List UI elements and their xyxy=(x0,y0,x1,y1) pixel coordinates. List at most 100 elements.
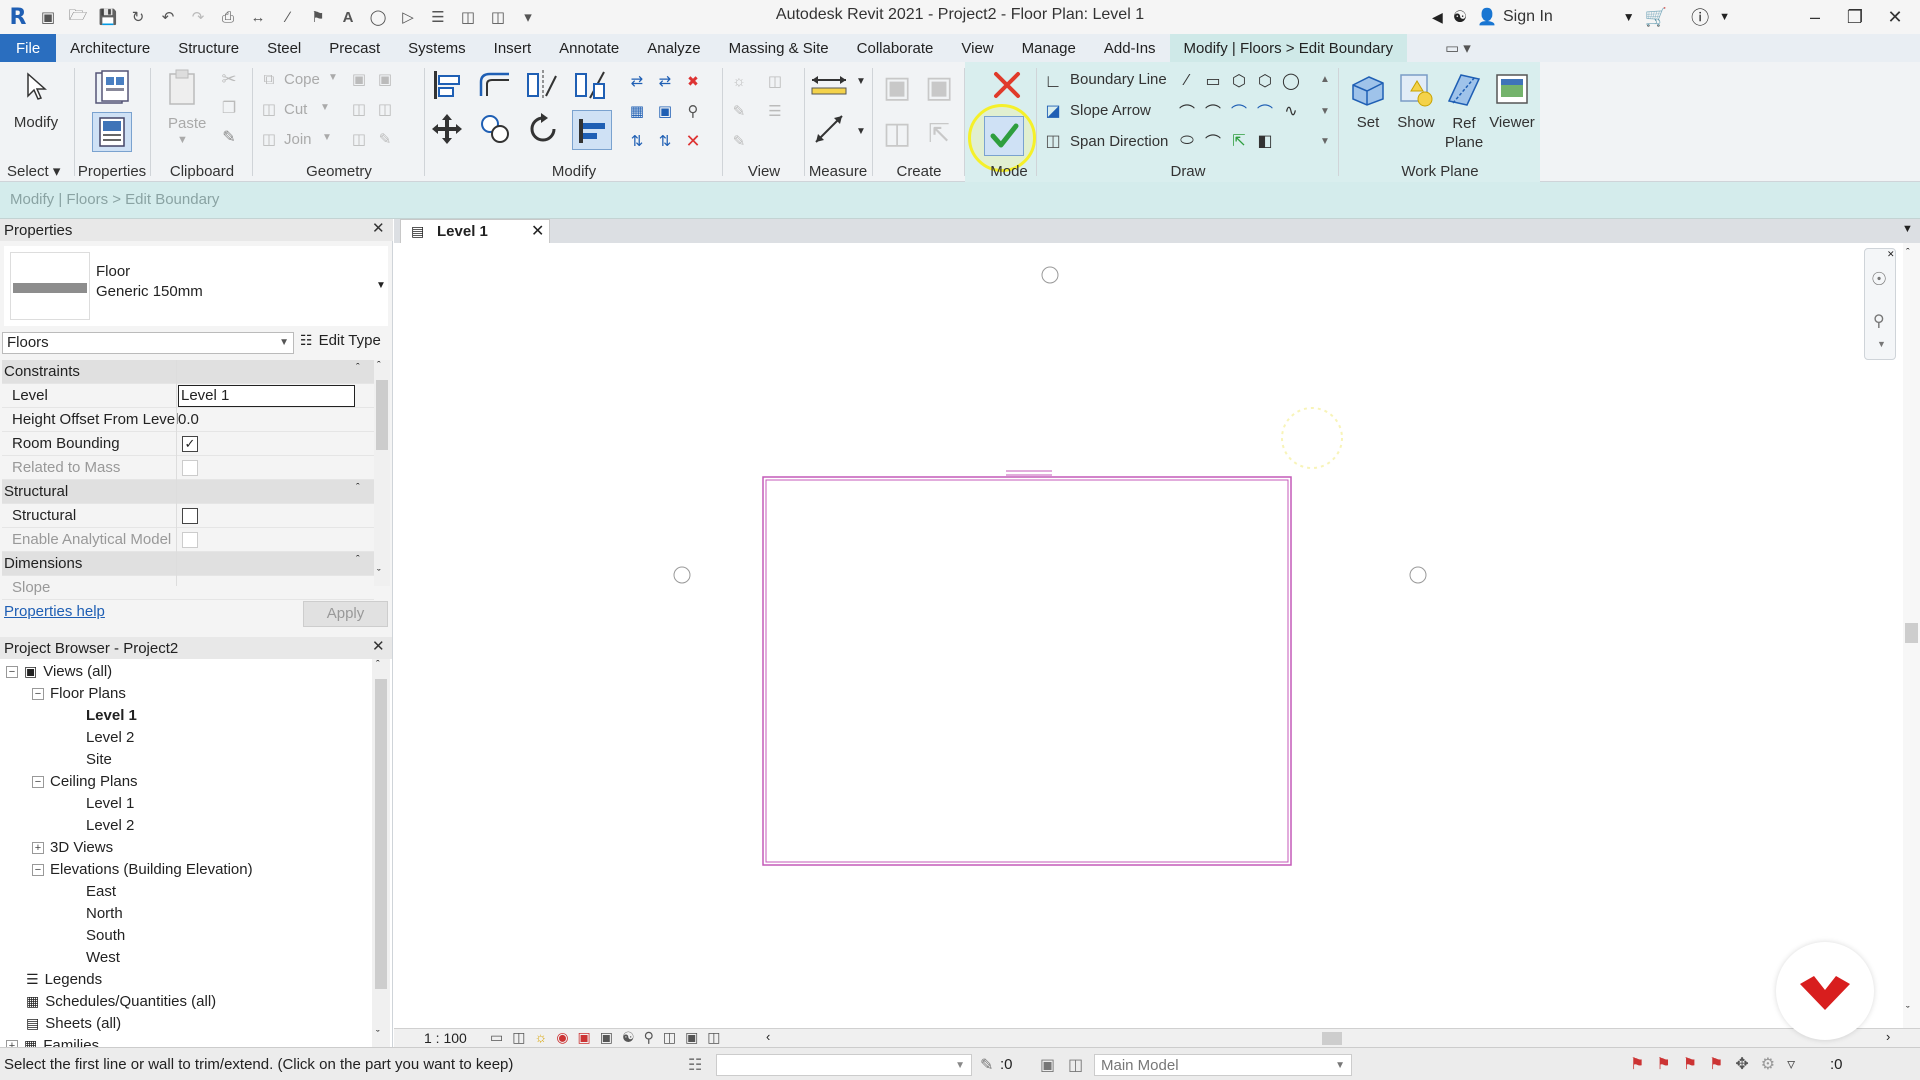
collapse-icon[interactable]: − xyxy=(32,775,44,788)
paint-brush-icon[interactable]: ✎ xyxy=(374,128,396,150)
height-offset-field[interactable]: 0.0 xyxy=(178,411,199,428)
tab-analyze[interactable]: Analyze xyxy=(633,34,714,62)
scroll-down-icon[interactable]: ˇ xyxy=(1906,1005,1910,1017)
pick-walls-icon[interactable]: ◧ xyxy=(1254,130,1276,152)
structural-checkbox[interactable] xyxy=(182,508,198,524)
cut-dropdown-icon[interactable]: ▼ xyxy=(320,102,330,113)
scale-icon[interactable]: ▣ xyxy=(654,100,676,122)
steering-wheel-icon[interactable]: ☉ xyxy=(1871,269,1887,290)
ref-plane-icon[interactable] xyxy=(1444,70,1484,110)
select-by-face-icon[interactable]: ⚑ xyxy=(1709,1054,1723,1074)
h-scroll-thumb[interactable] xyxy=(1322,1032,1342,1045)
save-icon[interactable]: 💾 xyxy=(96,6,120,28)
worksets-icon[interactable]: ☷ xyxy=(688,1055,702,1075)
select-pinned-icon[interactable]: ⚑ xyxy=(1683,1054,1697,1074)
copy-circles-icon[interactable] xyxy=(478,112,512,146)
type-selector[interactable]: Floor Generic 150mm ▼ xyxy=(4,246,388,326)
align-icon[interactable] xyxy=(430,68,464,102)
tab-precast[interactable]: Precast xyxy=(315,34,394,62)
background-process-icon[interactable]: ⚙ xyxy=(1761,1054,1775,1074)
tab-systems[interactable]: Systems xyxy=(394,34,480,62)
create-similar-icon[interactable]: ⇱ xyxy=(922,116,956,150)
shadows-icon[interactable]: ◉ xyxy=(556,1029,568,1046)
paste-label[interactable]: Paste xyxy=(168,115,206,132)
spline-icon[interactable]: ∿ xyxy=(1280,100,1302,122)
split-gap-icon[interactable]: ⇅ xyxy=(654,130,676,152)
split-icon[interactable]: ⇅ xyxy=(626,130,648,152)
tree-elevation-south[interactable]: South xyxy=(86,927,125,944)
collapse-section-icon[interactable]: ˆ xyxy=(356,482,360,494)
select-links-icon[interactable]: ⚑ xyxy=(1630,1054,1644,1074)
show-analytical-icon[interactable]: ◫ xyxy=(707,1029,720,1046)
properties-scrollbar[interactable]: ˆ ˇ xyxy=(374,360,390,586)
type-properties-icon[interactable] xyxy=(92,68,132,108)
mirror-pick-axis-icon[interactable] xyxy=(526,68,560,102)
cut-label[interactable]: Cut xyxy=(284,101,307,118)
show-work-plane-icon[interactable] xyxy=(1396,70,1436,110)
cart-icon[interactable]: 🛒 xyxy=(1645,7,1667,28)
collapse-section-icon[interactable]: ˆ xyxy=(356,362,360,374)
draw-expand-icon[interactable]: ▼ xyxy=(1320,136,1330,147)
redo-icon[interactable]: ↷ xyxy=(186,6,210,28)
draw-circle-icon[interactable]: ◯ xyxy=(1280,70,1302,92)
h-scroll-right-icon[interactable]: › xyxy=(1886,1029,1890,1044)
zoom-icon[interactable]: ⚲ xyxy=(1873,311,1885,331)
join-label[interactable]: Join xyxy=(284,131,312,148)
delete-icon[interactable]: ✕ xyxy=(682,130,704,152)
tree-elevation-north[interactable]: North xyxy=(86,905,123,922)
join-icon[interactable]: ◫ xyxy=(258,128,280,150)
section-dimensions[interactable]: Dimensions ˆ xyxy=(2,552,374,576)
tab-collaborate[interactable]: Collaborate xyxy=(843,34,948,62)
room-bounding-checkbox[interactable]: ✓ xyxy=(182,436,198,452)
close-navbar-icon[interactable]: ✕ xyxy=(1887,249,1895,260)
viewer-button[interactable]: Viewer xyxy=(1486,114,1538,131)
close-hidden-icon[interactable]: ◫ xyxy=(456,6,480,28)
move-small-icon[interactable]: ⇄ xyxy=(626,70,648,92)
boundary-line-icon[interactable]: ∟ xyxy=(1042,70,1064,92)
sign-in-dropdown-icon[interactable]: ▼ xyxy=(1623,10,1635,24)
open-icon[interactable]: 🗁 xyxy=(66,6,90,28)
project-browser-close-icon[interactable]: ✕ xyxy=(372,637,385,655)
rotate-icon[interactable] xyxy=(526,112,560,146)
collapse-icon[interactable]: − xyxy=(6,665,18,678)
tree-elevations[interactable]: − Elevations (Building Elevation) xyxy=(32,861,253,878)
tree-ceiling-plans[interactable]: − Ceiling Plans xyxy=(32,773,138,790)
ribbon-display-toggle[interactable]: ▭ ▾ xyxy=(1437,34,1479,62)
tab-file[interactable]: File xyxy=(0,34,57,62)
temporary-view-properties-icon[interactable]: ◫ xyxy=(663,1029,676,1046)
hide-bulb-icon[interactable]: ☼ xyxy=(728,70,750,92)
create-assembly-icon[interactable]: ▣ xyxy=(880,70,914,104)
slope-arrow-icon[interactable]: ◪ xyxy=(1042,100,1064,122)
dimension-icon[interactable]: ∕ xyxy=(276,6,300,28)
span-direction-icon[interactable]: ◫ xyxy=(1042,130,1064,152)
zoom-dropdown-icon[interactable]: ▼ xyxy=(1877,339,1886,349)
properties-help-link[interactable]: Properties help xyxy=(4,603,105,620)
draw-scroll-up-icon[interactable]: ▲ xyxy=(1320,74,1330,85)
linework-icon[interactable]: ✎ xyxy=(728,130,750,152)
draw-scroll-down-icon[interactable]: ▼ xyxy=(1320,106,1330,117)
collapse-icon[interactable]: − xyxy=(32,687,44,700)
temporary-hide-icon[interactable]: ☯ xyxy=(622,1029,635,1046)
ref-plane-button[interactable]: Ref Plane xyxy=(1440,114,1488,152)
scroll-down-icon[interactable]: ˇ xyxy=(376,1029,380,1041)
tab-add-ins[interactable]: Add-Ins xyxy=(1090,34,1170,62)
cope-icon[interactable]: ⧉ xyxy=(258,68,280,90)
section-structural[interactable]: Structural ˆ xyxy=(2,480,374,504)
expand-icon[interactable]: + xyxy=(32,841,44,854)
tangent-arc-icon[interactable]: ⌒ xyxy=(1228,100,1250,122)
sync-icon[interactable]: ↻ xyxy=(126,6,150,28)
demolish-icon[interactable]: ◫ xyxy=(374,98,396,120)
scroll-thumb[interactable] xyxy=(1905,623,1918,643)
pin-icon[interactable]: ⚲ xyxy=(682,100,704,122)
section-icon[interactable]: ▷ xyxy=(396,6,420,28)
customize-qat-icon[interactable]: ▾ xyxy=(516,6,540,28)
modify-cursor-icon[interactable] xyxy=(19,70,53,104)
search-left-icon[interactable]: ◀ xyxy=(1432,9,1443,26)
modify-button[interactable]: Modify xyxy=(0,114,72,131)
fillet-arc-icon[interactable]: ⌒ xyxy=(1254,100,1276,122)
help-icon[interactable]: ⓘ xyxy=(1691,4,1709,30)
visual-style-icon[interactable]: ◫ xyxy=(512,1029,525,1046)
collapse-icon[interactable]: − xyxy=(32,863,44,876)
workset-select[interactable]: ▼ xyxy=(716,1054,972,1076)
join-dropdown-icon[interactable]: ▼ xyxy=(322,132,332,143)
